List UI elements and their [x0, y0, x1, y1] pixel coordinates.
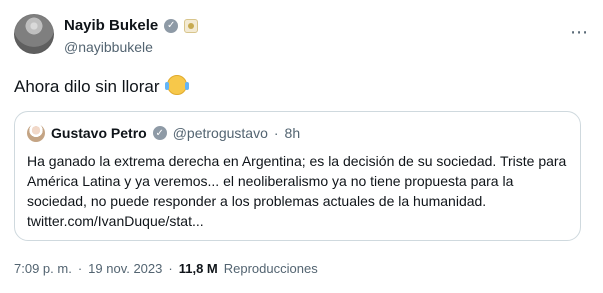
tweet-text-content: Ahora dilo sin llorar — [14, 77, 160, 96]
quoted-author-handle[interactable]: @petrogustavo — [173, 125, 268, 141]
separator-dot: · — [77, 261, 83, 276]
author-line: Nayib Bukele ✓ — [64, 17, 199, 34]
separator-dot: · — [168, 261, 173, 276]
government-badge-icon — [184, 18, 199, 33]
avatar[interactable] — [14, 14, 54, 54]
views-count[interactable]: 11,8 M — [179, 261, 218, 276]
quoted-author-name[interactable]: Gustavo Petro — [51, 125, 147, 141]
separator-dot: · — [273, 125, 279, 141]
tweet-footer: 7:09 p. m. · 19 nov. 2023 · 11,8 M Repro… — [14, 261, 318, 276]
quoted-text: Ha ganado la extrema derecha en Argentin… — [27, 153, 567, 229]
verified-badge-icon: ✓ — [152, 126, 167, 140]
quoted-avatar[interactable] — [27, 124, 45, 142]
quoted-tweet[interactable]: Gustavo Petro ✓ @petrogustavo · 8h Ha ga… — [14, 111, 581, 241]
quoted-time[interactable]: 8h — [285, 125, 301, 141]
tweet-time[interactable]: 7:09 p. m. — [14, 261, 72, 276]
author-handle[interactable]: @nayibbukele — [64, 39, 153, 55]
verified-badge-icon: ✓ — [164, 18, 179, 33]
views-label: Reproducciones — [223, 261, 318, 276]
more-icon[interactable]: ⋯ — [570, 22, 589, 43]
author-name[interactable]: Nayib Bukele — [64, 17, 158, 34]
tweet-date[interactable]: 19 nov. 2023 — [88, 261, 162, 276]
face-with-tears-of-joy-icon — [165, 75, 190, 95]
quoted-header: Gustavo Petro ✓ @petrogustavo · 8h — [27, 124, 300, 142]
tweet-text: Ahora dilo sin llorar — [14, 75, 190, 98]
tweet-header: Nayib Bukele ✓ @nayibbukele ⋯ — [14, 14, 589, 62]
